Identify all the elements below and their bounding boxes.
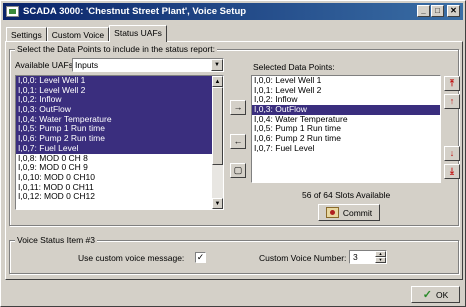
move-up-icon: ↑ [449,96,455,106]
add-arrow-icon: → [233,102,243,112]
tab-strip: Settings Custom Voice Status UAFs [6,25,167,42]
custom-number-spinner[interactable]: 3 ▲ ▼ [349,250,387,264]
voice-status-legend: Voice Status Item #3 [15,235,97,245]
move-bottom-button[interactable]: ⤓ [444,164,460,179]
uaf-type-value: Inputs [75,60,99,70]
move-up-button[interactable]: ↑ [444,94,460,109]
custom-number-value: 3 [353,252,358,262]
spin-down-icon[interactable]: ▼ [375,257,386,263]
app-icon [6,6,19,17]
status-uafs-panel: Select the Data Points to include in the… [5,41,463,280]
available-items: I,0,0: Level Well 1 I,0,1: Level Well 2 I,… [16,76,223,202]
close-button[interactable]: ✕ [447,5,460,17]
ok-label: OK [435,289,449,300]
selected-data-points-list[interactable]: I,0,0: Level Well 1 I,0,1: Level Well 2 I,… [251,75,441,183]
document-icon: ▢ [233,165,243,175]
move-bottom-icon: ⤓ [450,166,454,176]
move-top-button[interactable]: ⤒ [444,76,460,91]
ok-button[interactable]: ✓ OK [411,286,460,303]
window-controls: _ □ ✕ [417,5,460,17]
list-item[interactable]: I,0,7: Fuel Level [252,143,440,154]
move-down-icon: ↓ [449,148,455,158]
tab-status-uafs[interactable]: Status UAFs [109,25,167,42]
custom-number-label: Custom Voice Number: [259,253,347,263]
voice-setup-window: SCADA 3000: 'Chestnut Street Plant', Voi… [0,0,466,307]
add-arrow-button[interactable]: → [230,100,246,115]
chevron-down-icon[interactable]: ▼ [211,59,223,71]
slots-available-text: 56 of 64 Slots Available [302,190,391,200]
window-title: SCADA 3000: 'Chestnut Street Plant', Voi… [23,6,247,17]
data-points-group: Select the Data Points to include in the… [9,44,460,226]
tab-custom-voice[interactable]: Custom Voice [46,27,110,42]
tab-settings[interactable]: Settings [6,27,47,42]
scroll-down-icon[interactable]: ▼ [212,198,223,209]
scroll-up-icon[interactable]: ▲ [212,76,223,87]
selected-items: I,0,0: Level Well 1 I,0,1: Level Well 2 I,… [252,76,440,154]
available-uafs-label: Available UAFs: [15,60,76,70]
scroll-thumb[interactable] [212,87,223,165]
minimize-button[interactable]: _ [417,5,430,17]
selected-data-points-label: Selected Data Points: [253,62,335,72]
list-item[interactable]: I,0,12: MOD 0 CH12 [16,192,223,202]
move-top-icon: ⤒ [450,78,454,88]
available-uafs-list[interactable]: I,0,0: Level Well 1 I,0,1: Level Well 2 I,… [15,75,224,210]
checkmark-icon: ✓ [422,289,432,301]
remove-arrow-button[interactable]: ← [230,134,246,149]
voice-status-group: Voice Status Item #3 Use custom voice me… [9,235,459,274]
data-points-legend: Select the Data Points to include in the… [15,44,217,54]
custom-message-label: Use custom voice message: [78,253,185,263]
move-down-button[interactable]: ↓ [444,146,460,161]
uaf-type-select[interactable]: Inputs ▼ [72,58,224,72]
commit-icon [325,207,339,218]
maximize-button[interactable]: □ [431,5,444,17]
title-bar[interactable]: SCADA 3000: 'Chestnut Street Plant', Voi… [3,3,463,20]
available-scrollbar[interactable]: ▲ ▼ [212,76,223,209]
remove-arrow-icon: ← [233,136,243,146]
commit-button[interactable]: Commit [318,204,380,221]
spinner-buttons: ▲ ▼ [375,251,386,263]
clear-list-button[interactable]: ▢ [230,163,246,178]
commit-label: Commit [342,207,373,218]
custom-message-checkbox[interactable]: ✓ [195,252,206,263]
